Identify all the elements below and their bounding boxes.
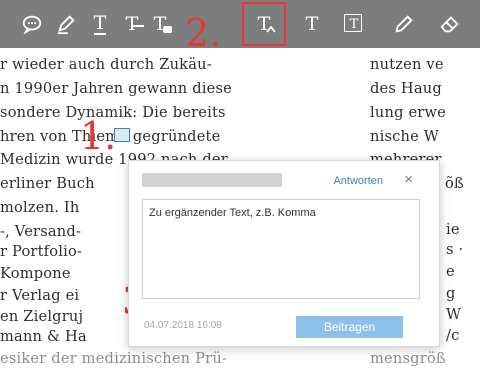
speech-bubble-icon[interactable] (18, 10, 46, 38)
pen-icon[interactable] (52, 10, 80, 38)
comment-text: Zu ergänzender Text, z.B. Komma (149, 207, 316, 219)
comment-text-field[interactable]: Zu ergänzender Text, z.B. Komma (142, 199, 420, 299)
text-icon[interactable]: T (298, 10, 326, 38)
document-line: mensgröß (370, 350, 446, 367)
annotation-toolbar: T T T T T T (0, 0, 480, 48)
document-line: esiker der medizinischen Prü- (0, 350, 228, 367)
document-line: g (446, 285, 456, 302)
document-line: des Haug (370, 80, 442, 97)
selected-tool-highlight (242, 2, 286, 46)
document-line: sondere Dynamik: Die bereits (0, 104, 226, 121)
step-label-1: 1. (80, 114, 117, 158)
reply-link[interactable]: Antworten (333, 175, 383, 187)
eraser-icon[interactable] (436, 10, 464, 38)
document-line: s · (446, 241, 464, 258)
comment-popup: Antworten × Zu ergänzender Text, z.B. Ko… (128, 160, 440, 347)
underline-text-icon[interactable]: T (86, 10, 114, 38)
document-line: W (446, 306, 462, 323)
document-line: r wieder auch durch Zukäu- (0, 56, 212, 73)
close-icon[interactable]: × (404, 172, 413, 187)
document-line: e (446, 263, 455, 280)
document-line: /c (446, 327, 460, 344)
document-line: õß (445, 175, 464, 192)
document-line: hren von Thieme gegründete (0, 128, 221, 145)
step-label-2: 2. (185, 11, 222, 55)
comment-marker[interactable] (114, 128, 130, 142)
pencil-icon[interactable] (390, 10, 418, 38)
document-line: nutzen ve (370, 56, 444, 73)
document-line: nische W (370, 128, 440, 145)
text-box-icon[interactable]: T (340, 10, 368, 38)
comment-date: 04.07.2018 16:08 (144, 320, 222, 331)
strikethrough-text-icon[interactable]: T (118, 10, 146, 38)
author-name-placeholder (142, 173, 282, 187)
text-highlight-icon[interactable]: T (146, 10, 174, 38)
document-line: n 1990er Jahren gewann diese (0, 80, 233, 97)
submit-button[interactable]: Beitragen (296, 316, 403, 338)
document-line: lung erwe (370, 104, 446, 121)
